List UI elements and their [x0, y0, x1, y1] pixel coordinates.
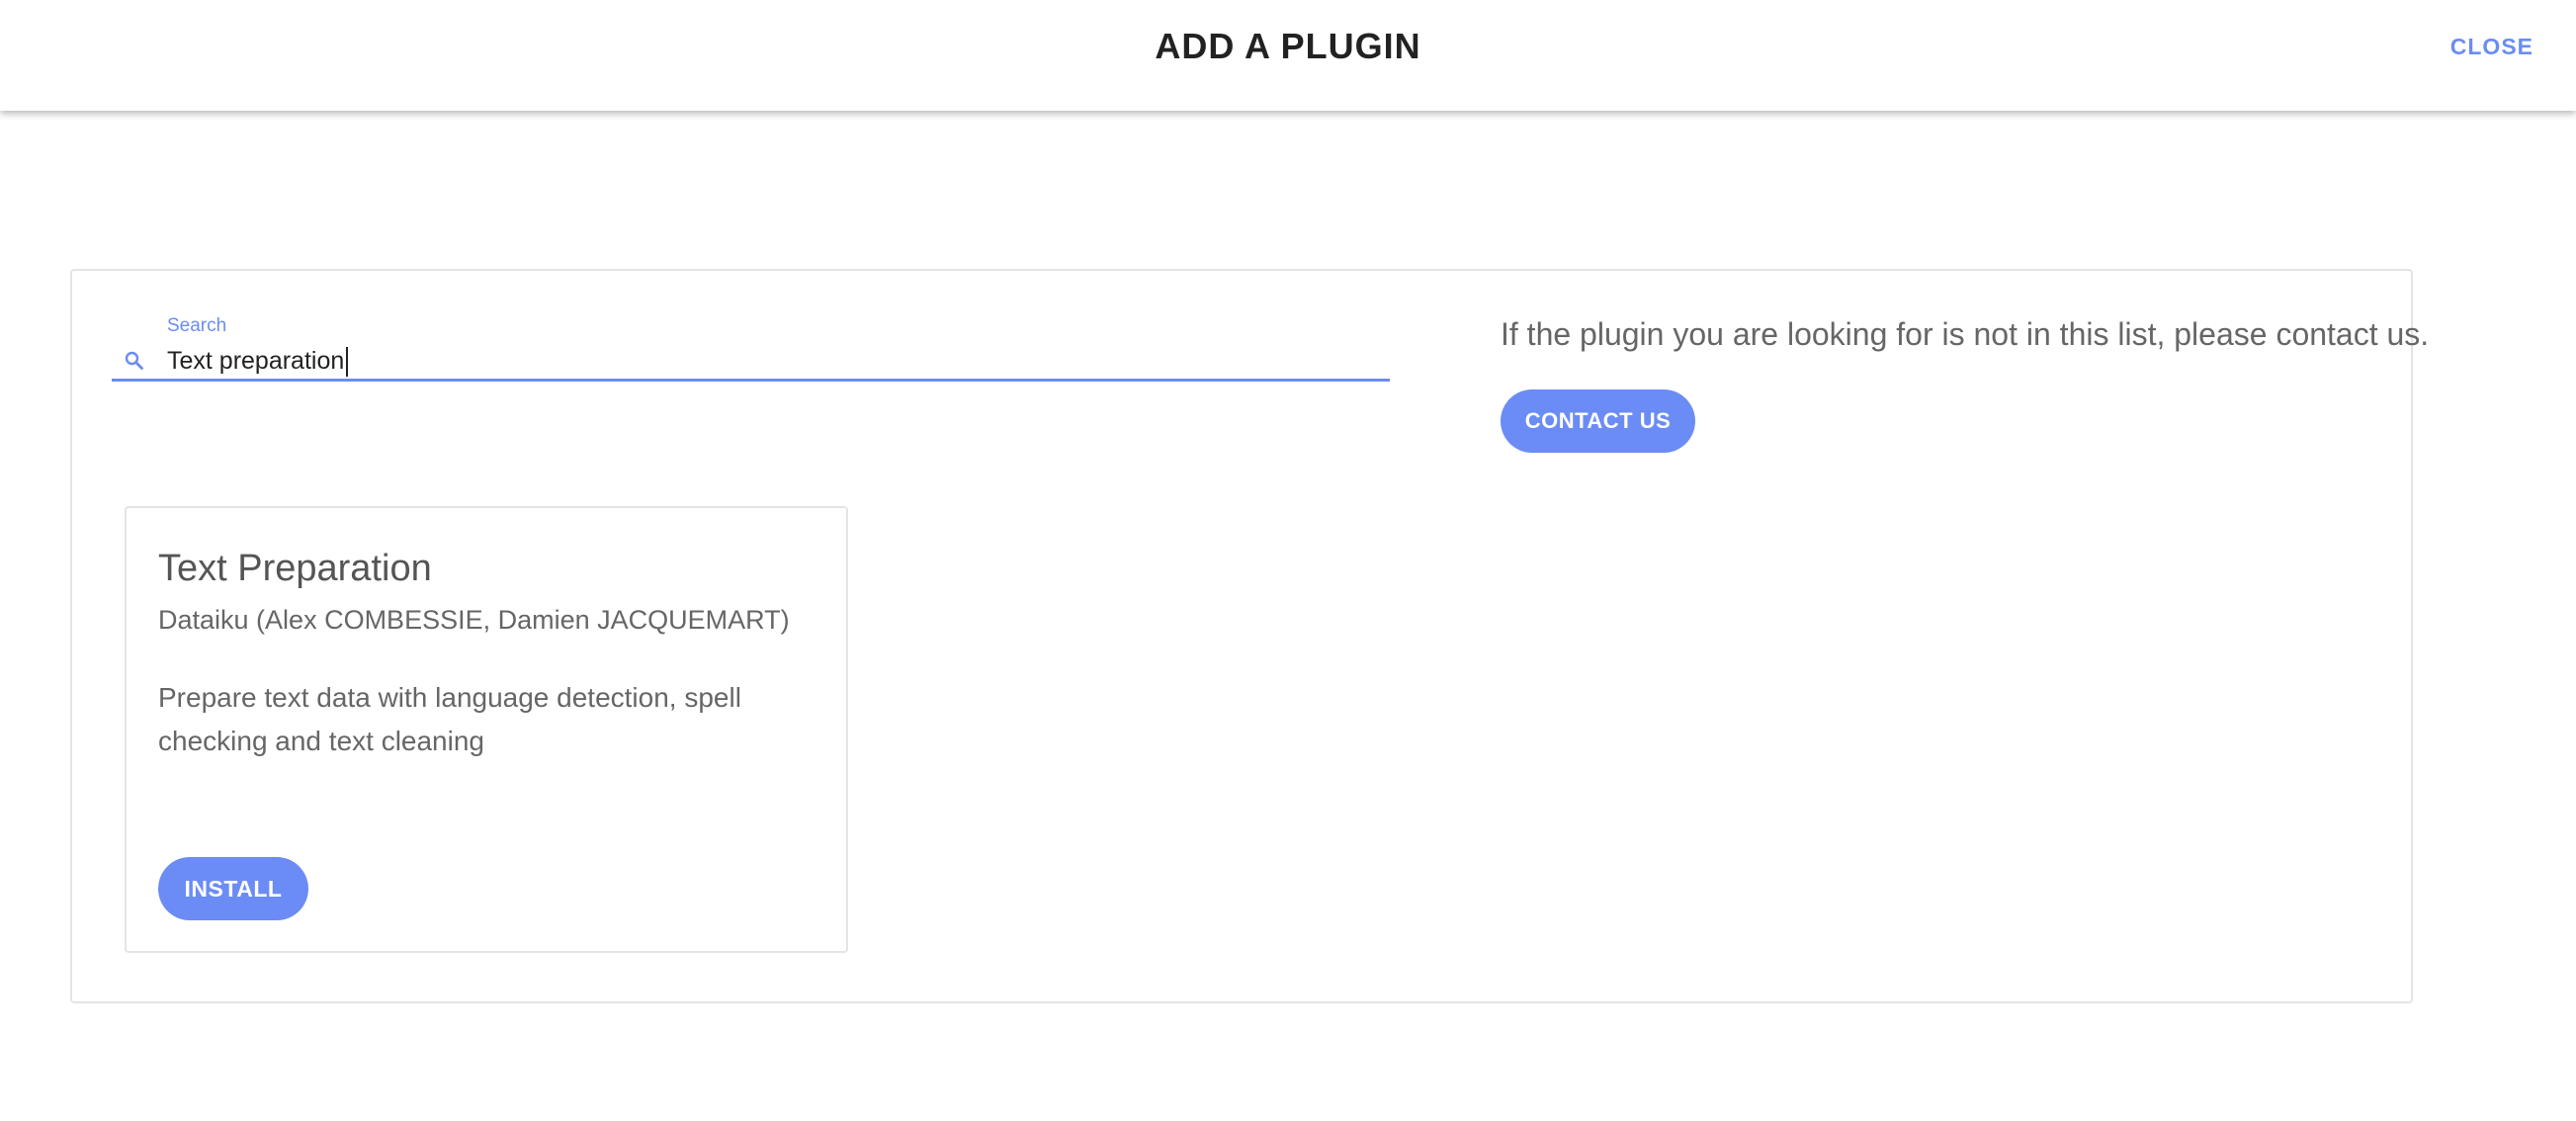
- modal-header: ADD A PLUGIN CLOSE: [0, 0, 2576, 111]
- text-cursor: [346, 347, 349, 377]
- search-field[interactable]: Search: [112, 315, 1390, 382]
- install-button[interactable]: INSTALL: [158, 857, 308, 920]
- modal-title: ADD A PLUGIN: [1155, 26, 1421, 66]
- contact-us-button[interactable]: CONTACT US: [1501, 389, 1695, 453]
- plugin-author: Dataiku (Alex COMBESSIE, Damien JACQUEMA…: [158, 605, 790, 635]
- close-button[interactable]: CLOSE: [2450, 34, 2533, 60]
- contact-message: If the plugin you are looking for is not…: [1501, 316, 2430, 352]
- plugin-title: Text Preparation: [158, 548, 432, 589]
- plugin-search-panel: Search If the plugin you are looking for…: [70, 269, 2429, 1003]
- search-icon: [124, 350, 145, 372]
- plugin-card: Text Preparation Dataiku (Alex COMBESSIE…: [125, 506, 848, 953]
- search-label: Search: [167, 315, 227, 336]
- plugin-description: Prepare text data with language detectio…: [158, 682, 741, 756]
